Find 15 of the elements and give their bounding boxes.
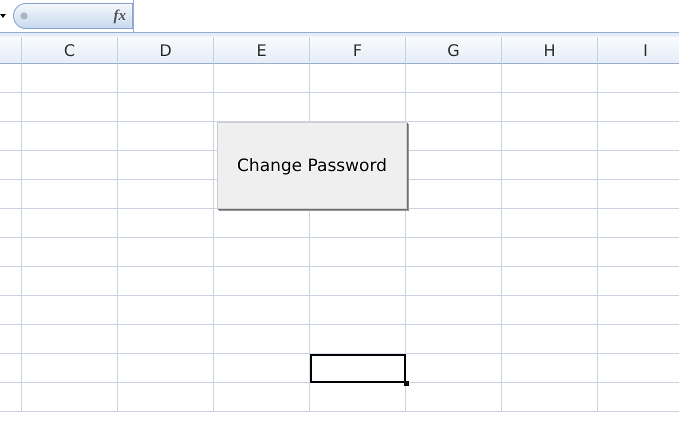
column-header[interactable]: I (598, 37, 679, 64)
column-header[interactable]: E (214, 37, 310, 64)
select-all-header[interactable] (0, 37, 22, 64)
formula-bar-handle[interactable]: fx (13, 3, 133, 29)
selected-cell[interactable] (310, 354, 406, 383)
column-header[interactable]: G (406, 37, 502, 64)
change-password-button[interactable]: Change Password (217, 122, 407, 209)
fill-handle[interactable] (404, 381, 409, 386)
insert-function-label[interactable]: fx (114, 8, 126, 24)
grip-icon (20, 12, 28, 20)
dropdown-caret-icon[interactable] (0, 14, 6, 18)
column-header[interactable]: D (118, 37, 214, 64)
column-header[interactable]: C (22, 37, 118, 64)
column-header[interactable]: H (502, 37, 598, 64)
column-header[interactable]: F (310, 37, 406, 64)
